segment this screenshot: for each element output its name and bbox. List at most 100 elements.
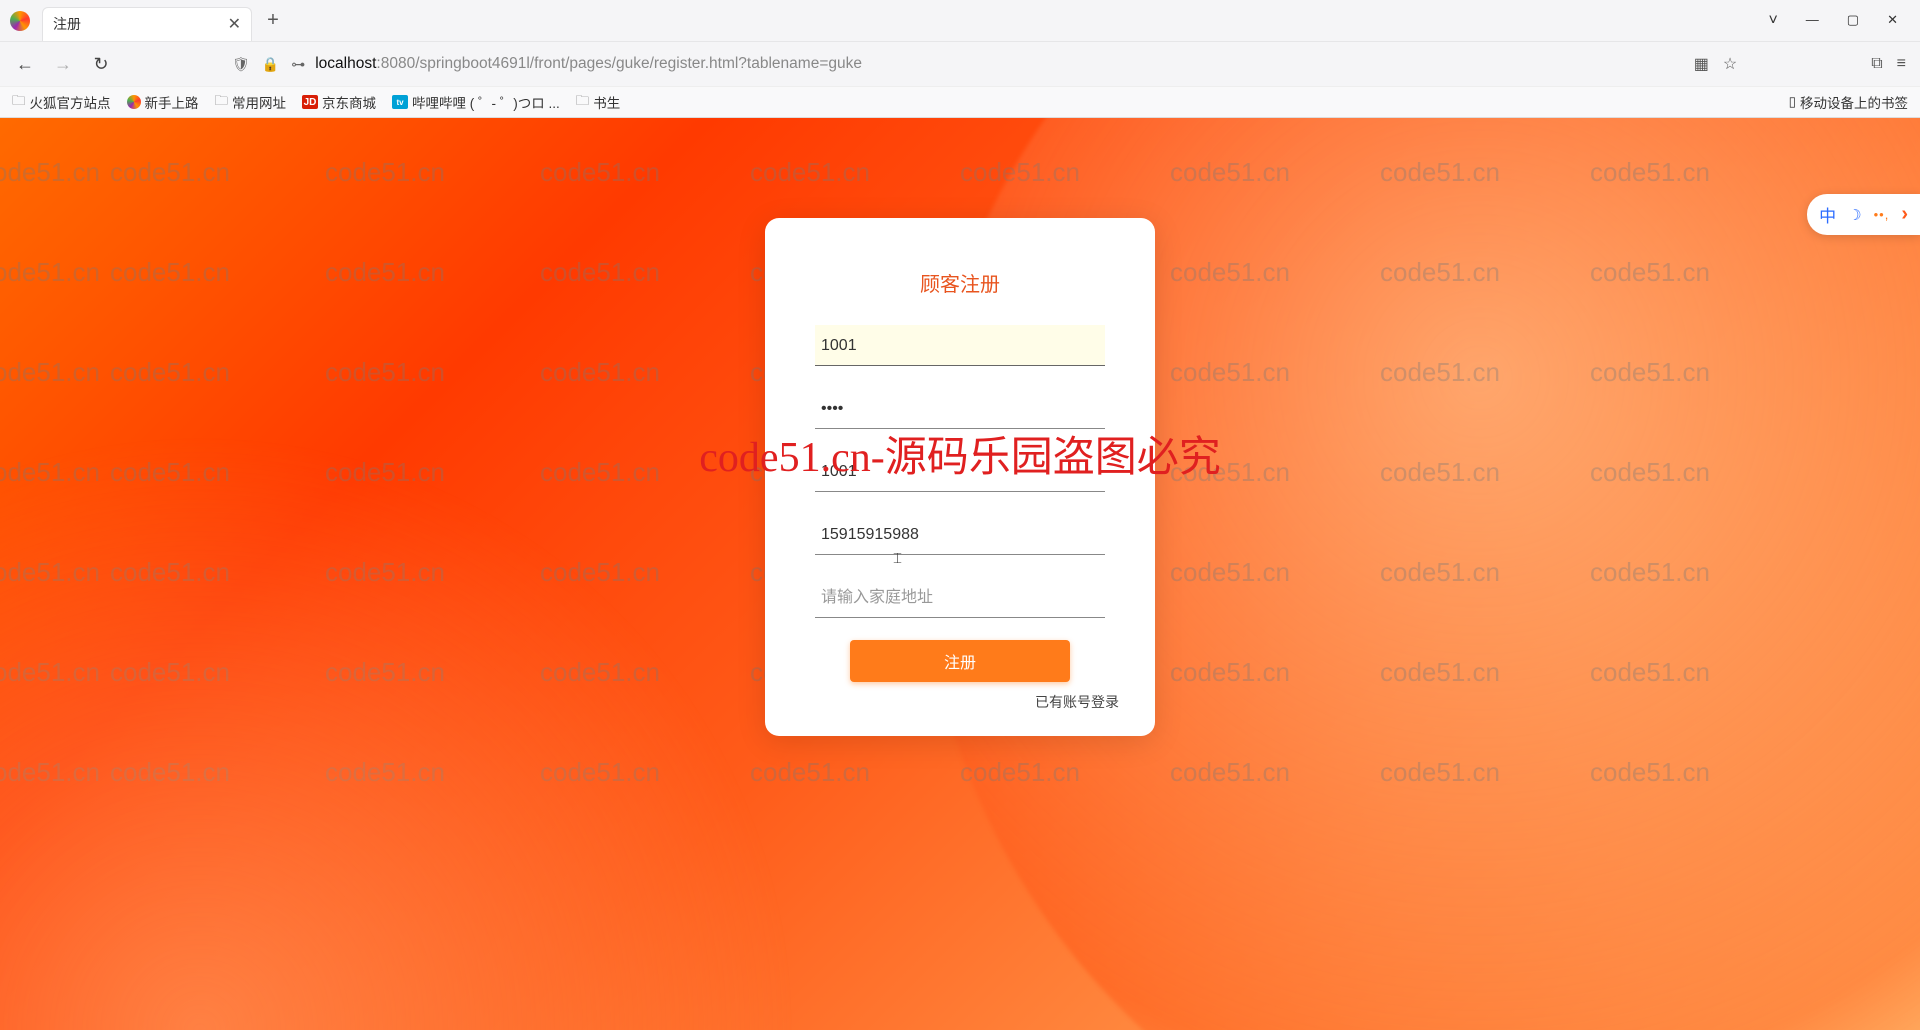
bookmark-label: 哔哩哔哩 ( ゜- ゜)つロ ... [412, 92, 560, 112]
url-host: localhost [315, 55, 376, 72]
bookmark-label: 移动设备上的书签 [1800, 92, 1908, 112]
bookmark-label: 常用网址 [232, 92, 286, 112]
watermark-text: code51.cn [1170, 457, 1290, 488]
watermark-text: code51.cn [1170, 657, 1290, 688]
watermark-text: code51.cn [325, 657, 445, 688]
mobile-bookmarks[interactable]: ▯移动设备上的书签 [1789, 92, 1908, 112]
watermark-text: code51.cn [750, 757, 870, 788]
folder-icon: 🗀 [215, 91, 229, 114]
watermark-text: code51.cn [0, 157, 100, 188]
watermark-text: code51.cn [960, 157, 1080, 188]
bookmark-item[interactable]: 新手上路 [127, 92, 199, 112]
bookmark-label: 京东商城 [322, 92, 376, 112]
watermark-text: code51.cn [325, 257, 445, 288]
watermark-text: code51.cn [1170, 757, 1290, 788]
field-password [815, 388, 1105, 429]
bookmark-item[interactable]: 🗀书生 [576, 91, 621, 114]
field-confirm [815, 451, 1105, 492]
watermark-text: code51.cn [0, 357, 100, 388]
watermark-text: code51.cn [1590, 457, 1710, 488]
watermark-text: code51.cn [110, 357, 230, 388]
browser-tab[interactable]: 注册 ✕ [42, 7, 252, 41]
folder-icon: 🗀 [12, 91, 26, 114]
card-title: 顾客注册 [801, 268, 1119, 297]
new-tab-button[interactable]: + [258, 6, 288, 36]
register-button[interactable]: 注册 [850, 640, 1070, 682]
username-input[interactable] [815, 325, 1105, 366]
watermark-text: code51.cn [1380, 757, 1500, 788]
watermark-text: code51.cn [325, 457, 445, 488]
watermark-text: code51.cn [110, 557, 230, 588]
titlebar: 注册 ✕ + ˅ — ▢ ✕ [0, 0, 1920, 42]
bookmark-star-icon[interactable]: ☆ [1723, 54, 1737, 74]
watermark-text: code51.cn [1590, 257, 1710, 288]
watermark-text: code51.cn [1380, 657, 1500, 688]
expand-arrow-icon[interactable]: › [1901, 203, 1908, 226]
qr-icon[interactable]: ▦ [1694, 54, 1709, 74]
address-bar[interactable]: 🛡 🔒 ⊶ localhost:8080/springboot4691l/fro… [232, 55, 1570, 73]
watermark-text: code51.cn [540, 257, 660, 288]
url-path: :8080/springboot4691l/front/pages/guke/r… [376, 55, 862, 72]
login-link[interactable]: 已有账号登录 [801, 692, 1119, 712]
watermark-text: code51.cn [1590, 757, 1710, 788]
watermark-text: code51.cn [1170, 357, 1290, 388]
field-username [815, 325, 1105, 366]
address-input[interactable] [815, 577, 1105, 618]
extension-icon[interactable]: ⧉ [1871, 55, 1882, 73]
watermark-text: code51.cn [1380, 357, 1500, 388]
watermark-text: code51.cn [0, 457, 100, 488]
page-content: code51.cn code51.cn code51.cn code51.cn code… [0, 118, 1920, 1030]
watermark-text: code51.cn [1380, 557, 1500, 588]
maximize-button[interactable]: ▢ [1847, 12, 1859, 30]
tab-close-icon[interactable]: ✕ [228, 14, 241, 34]
menu-icon[interactable]: ≡ [1897, 55, 1906, 73]
window-controls: ˅ — ▢ ✕ [1768, 12, 1920, 30]
back-button[interactable]: ← [8, 47, 42, 81]
watermark-text: code51.cn [1380, 157, 1500, 188]
watermark-text: code51.cn [325, 757, 445, 788]
ime-lang-icon[interactable]: 中 [1819, 202, 1836, 227]
phone-input[interactable] [815, 514, 1105, 555]
confirm-input[interactable] [815, 451, 1105, 492]
moon-icon[interactable]: ☽ [1848, 206, 1861, 224]
more-icon[interactable]: ••, [1874, 207, 1890, 222]
reload-button[interactable]: ↻ [84, 47, 118, 81]
bookmark-item[interactable]: tv 哔哩哔哩 ( ゜- ゜)つロ ... [392, 92, 560, 112]
folder-icon: 🗀 [576, 91, 590, 114]
watermark-text: code51.cn [110, 657, 230, 688]
watermark-text: code51.cn [1590, 557, 1710, 588]
minimize-button[interactable]: — [1806, 12, 1819, 30]
toolbar: ← → ↻ 🛡 🔒 ⊶ localhost:8080/springboot469… [0, 42, 1920, 86]
watermark-text: code51.cn [0, 657, 100, 688]
watermark-text: code51.cn [325, 557, 445, 588]
watermark-text: code51.cn [325, 157, 445, 188]
field-phone: ⌶ [815, 514, 1105, 555]
close-window-button[interactable]: ✕ [1887, 12, 1898, 30]
jd-icon: JD [302, 95, 318, 109]
bookmark-item[interactable]: 🗀火狐官方站点 [12, 91, 111, 114]
ime-widget[interactable]: 中 ☽ ••, › [1807, 194, 1920, 235]
firefox-icon [127, 95, 141, 109]
browser-chrome: 注册 ✕ + ˅ — ▢ ✕ ← → ↻ 🛡 🔒 ⊶ localhost:808… [0, 0, 1920, 118]
watermark-text: code51.cn [0, 757, 100, 788]
watermark-text: code51.cn [540, 757, 660, 788]
watermark-text: code51.cn [1590, 357, 1710, 388]
tab-dropdown-icon[interactable]: ˅ [1768, 12, 1777, 30]
key-icon[interactable]: ⊶ [291, 56, 305, 73]
watermark-text: code51.cn [1590, 157, 1710, 188]
field-address [815, 577, 1105, 618]
register-card: 顾客注册 ⌶ 注册 已有账号登录 [765, 218, 1155, 736]
firefox-icon [10, 11, 30, 31]
lock-icon[interactable]: 🔒 [262, 56, 279, 73]
watermark-text: code51.cn [1590, 657, 1710, 688]
watermark-text: code51.cn [0, 557, 100, 588]
bookmark-item[interactable]: 🗀常用网址 [215, 91, 287, 114]
watermark-text: code51.cn [325, 357, 445, 388]
password-input[interactable] [815, 388, 1105, 429]
shield-icon[interactable]: 🛡 [232, 56, 250, 73]
watermark-text: code51.cn [110, 457, 230, 488]
bookmark-item[interactable]: JD 京东商城 [302, 92, 376, 112]
bilibili-icon: tv [392, 95, 408, 109]
bookmark-label: 书生 [593, 92, 620, 112]
url-text: localhost:8080/springboot4691l/front/pag… [315, 55, 862, 73]
